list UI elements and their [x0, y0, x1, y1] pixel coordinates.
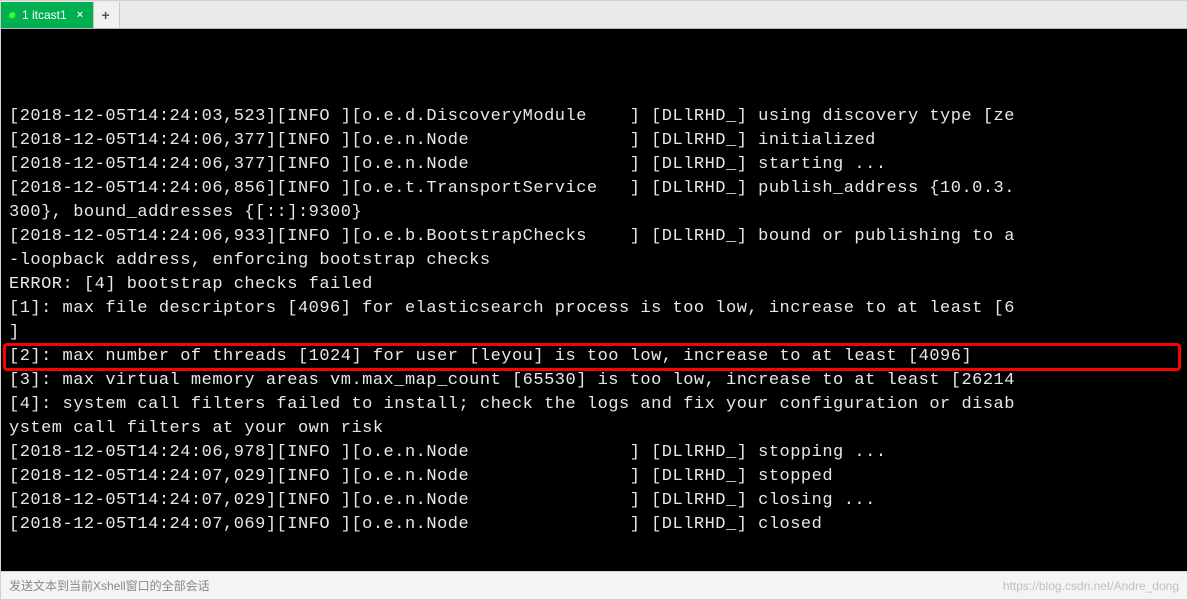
terminal-output[interactable]: [2018-12-05T14:24:03,523][INFO ][o.e.d.D… [1, 29, 1187, 571]
terminal-line: [2018-12-05T14:24:06,377][INFO ][o.e.n.N… [9, 153, 1179, 177]
connection-status-icon [9, 12, 16, 19]
terminal-line: [2018-12-05T14:24:07,069][INFO ][o.e.n.N… [9, 513, 1179, 537]
app-window: 1 itcast1 × + [2018-12-05T14:24:03,523][… [0, 0, 1188, 600]
tab-bar: 1 itcast1 × + [1, 1, 1187, 29]
status-hint: 发送文本到当前Xshell窗口的全部会话 [9, 577, 210, 594]
terminal-line: [2018-12-05T14:24:03,523][INFO ][o.e.d.D… [9, 105, 1179, 129]
terminal-line: [2018-12-05T14:24:06,933][INFO ][o.e.b.B… [9, 225, 1179, 249]
terminal-line: [2018-12-05T14:24:07,029][INFO ][o.e.n.N… [9, 465, 1179, 489]
terminal-line: ystem call filters at your own risk [9, 417, 1179, 441]
terminal-line: ] [9, 321, 1179, 345]
terminal-line: [1]: max file descriptors [4096] for ela… [9, 297, 1179, 321]
terminal-line: -loopback address, enforcing bootstrap c… [9, 249, 1179, 273]
tab-label: 1 itcast1 [22, 8, 67, 22]
terminal-line: ERROR: [4] bootstrap checks failed [9, 273, 1179, 297]
terminal-line: [2018-12-05T14:24:06,856][INFO ][o.e.t.T… [9, 177, 1179, 201]
terminal-line: [2018-12-05T14:24:06,978][INFO ][o.e.n.N… [9, 441, 1179, 465]
watermark-text: https://blog.csdn.net/Andre_dong [1003, 579, 1179, 593]
terminal-line: 300}, bound_addresses {[::]:9300} [9, 201, 1179, 225]
terminal-line: [2018-12-05T14:24:07,029][INFO ][o.e.n.N… [9, 489, 1179, 513]
terminal-line: [2]: max number of threads [1024] for us… [9, 345, 1179, 369]
terminal-line: [2018-12-05T14:24:06,377][INFO ][o.e.n.N… [9, 129, 1179, 153]
terminal-line: [3]: max virtual memory areas vm.max_map… [9, 369, 1179, 393]
terminal-line: [4]: system call filters failed to insta… [9, 393, 1179, 417]
status-bar: 发送文本到当前Xshell窗口的全部会话 https://blog.csdn.n… [1, 571, 1187, 599]
close-icon[interactable]: × [77, 9, 83, 21]
new-tab-button[interactable]: + [94, 2, 120, 28]
tab-itcast1[interactable]: 1 itcast1 × [1, 2, 94, 28]
plus-icon: + [102, 7, 110, 23]
